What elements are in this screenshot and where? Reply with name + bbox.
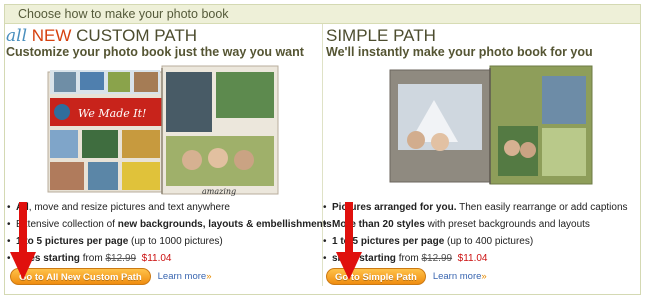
simple-feature-3-text: (up to 400 pictures) xyxy=(444,236,534,247)
simple-old-price: $12.99 xyxy=(421,253,453,264)
simple-feature-2-text: with preset backgrounds and layouts xyxy=(424,219,590,230)
custom-feature-2-bold: new backgrounds, layouts & embellishment… xyxy=(117,219,332,230)
custom-sale-price: $11.04 xyxy=(141,253,172,264)
header-bar: Choose how to make your photo book xyxy=(5,5,640,24)
custom-path-subtitle: Customize your photo book just the way y… xyxy=(6,45,304,59)
simple-learn-more-text: Learn more xyxy=(432,271,482,283)
custom-feature-2: Extensive collection of new backgrounds,… xyxy=(6,216,332,233)
custom-feature-4: sizes starting from $12.99 $11.04 xyxy=(6,250,332,267)
custom-old-price: $12.99 xyxy=(105,253,137,264)
simple-feature-4: sizes starting from $12.99 $11.04 xyxy=(322,250,628,267)
book-banner-text: We Made It! xyxy=(78,107,146,120)
custom-feature-list: All, move and resize pictures and text a… xyxy=(6,199,332,267)
custom-learn-more-text: Learn more xyxy=(157,271,207,283)
custom-path-panel: all NEW CUSTOM PATH Customize your photo… xyxy=(6,24,332,289)
simple-feature-1: Pictures arranged for you. Then easily r… xyxy=(322,199,628,216)
page-title: Choose how to make your photo book xyxy=(18,7,229,21)
learn-more-arrow-icon: » xyxy=(481,271,487,283)
title-new: NEW xyxy=(31,26,72,45)
red-down-arrow-icon xyxy=(10,202,36,280)
custom-feature-1-text: , move and resize pictures and text anyw… xyxy=(28,202,230,213)
custom-feature-3-text: (up to 1000 pictures) xyxy=(128,236,223,247)
simple-feature-2: More than 20 styles with preset backgrou… xyxy=(322,216,628,233)
simple-feature-list: Pictures arranged for you. Then easily r… xyxy=(322,199,628,267)
learn-more-arrow-icon: » xyxy=(206,271,212,283)
simple-path-subtitle: We'll instantly make your photo book for… xyxy=(326,45,593,59)
simple-learn-more-link[interactable]: Learn more» xyxy=(433,271,487,282)
title-all: all xyxy=(6,26,28,46)
simple-path-title: SIMPLE PATH xyxy=(326,27,436,45)
simple-book-image xyxy=(389,65,593,185)
title-simple-path: SIMPLE PATH xyxy=(326,26,436,45)
custom-path-title: all NEW CUSTOM PATH xyxy=(6,26,198,46)
title-custom-path: CUSTOM PATH xyxy=(76,26,198,45)
red-down-arrow-icon xyxy=(336,202,362,280)
book-caption-text: amazing xyxy=(202,187,236,196)
simple-feature-1-text: Then easily rearrange or add captions xyxy=(456,202,628,213)
custom-sizes-from: from xyxy=(82,253,103,264)
custom-cta-row: Go to All New Custom Path Learn more» xyxy=(10,268,212,286)
custom-learn-more-link[interactable]: Learn more» xyxy=(158,271,212,282)
custom-feature-3: 1 to 5 pictures per page (up to 1000 pic… xyxy=(6,233,332,250)
simple-sizes-from: from xyxy=(398,253,419,264)
custom-book-image: We Made It! amazing xyxy=(47,65,279,196)
simple-feature-3: 1 to 5 pictures per page (up to 400 pict… xyxy=(322,233,628,250)
custom-feature-1: All, move and resize pictures and text a… xyxy=(6,199,332,216)
simple-sale-price: $11.04 xyxy=(457,253,488,264)
simple-path-panel: SIMPLE PATH We'll instantly make your ph… xyxy=(322,24,632,289)
